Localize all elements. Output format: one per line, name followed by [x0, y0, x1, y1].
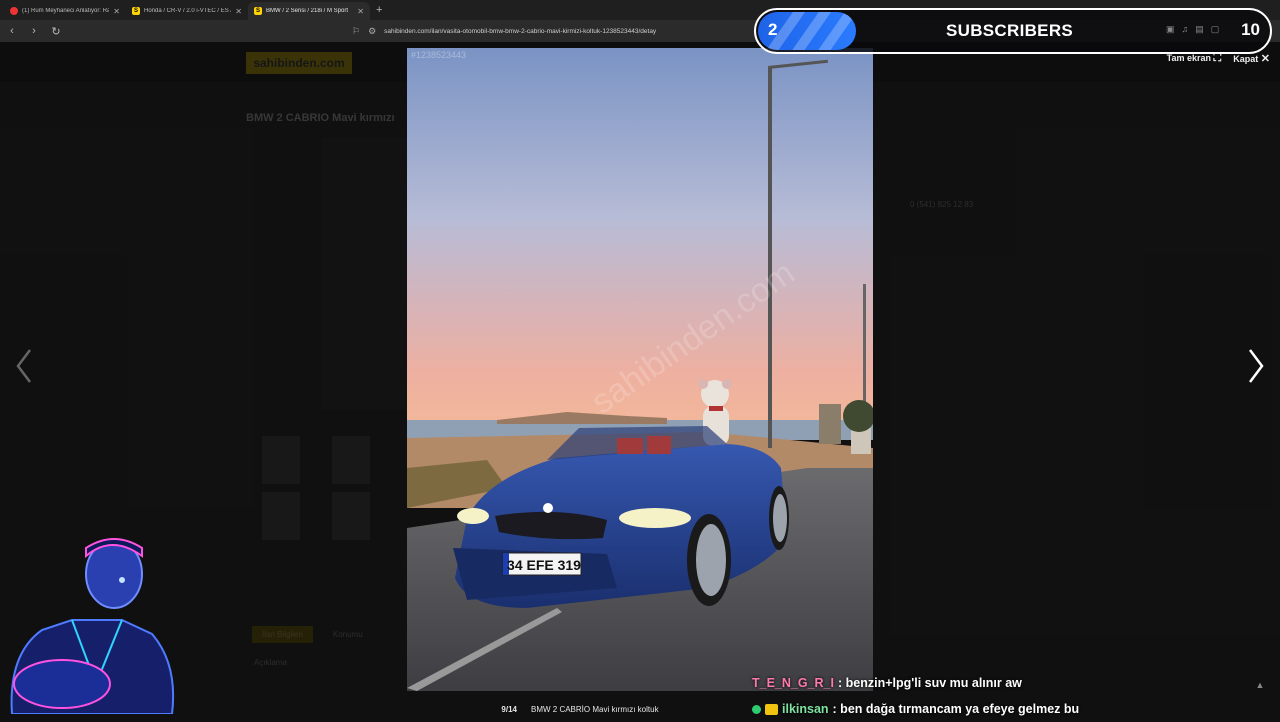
- chat-message: T_E_N_G_R_I : benzin+lpg'li suv mu alını…: [752, 670, 1079, 696]
- close-label: Kapat: [1233, 54, 1259, 64]
- previous-photo-button[interactable]: [12, 346, 36, 386]
- chevron-right-icon: [1249, 349, 1264, 383]
- chat-username: T_E_N_G_R_I: [752, 676, 834, 690]
- streamer-avatar: [2, 534, 178, 715]
- fullscreen-label: Tam ekran: [1166, 53, 1212, 63]
- forward-icon[interactable]: ›: [28, 25, 40, 37]
- verified-icon: [752, 704, 761, 714]
- close-tab-icon[interactable]: ✕: [113, 7, 120, 16]
- chat-overlay: T_E_N_G_R_I : benzin+lpg'li suv mu alını…: [752, 670, 1079, 722]
- ad-id: #1238523443: [411, 50, 467, 60]
- sahibinden-icon: S: [254, 7, 262, 15]
- license-plate: 34 EFE 319: [507, 557, 581, 573]
- chat-text: : ben dağa tırmancam ya efeye gelmez bu: [832, 702, 1080, 716]
- extension-icons: ▣ ♫ ▤ ▢: [1166, 24, 1219, 35]
- photo-caption-bar: 9/14 BMW 2 CABRİO Mavi kırmızı koltuk: [0, 698, 1280, 720]
- close-icon: ✕: [1260, 53, 1270, 65]
- next-photo-button[interactable]: [1244, 346, 1268, 386]
- tab-youtube[interactable]: (1) Rum Meyhaneci Anlatıyor: Rakı R ✕: [4, 2, 126, 20]
- tab-bmw[interactable]: S BMW / 2 Serisi / 218i / M Sport ✕: [248, 2, 370, 20]
- subscriber-goal: 10: [1241, 20, 1260, 39]
- url-text[interactable]: sahibinden.com/ilan/vasita-otomobil-bmw-…: [384, 28, 656, 35]
- new-tab-button[interactable]: +: [370, 4, 388, 20]
- chevron-left-icon: [16, 349, 31, 383]
- crown-icon: [765, 703, 778, 715]
- reload-icon[interactable]: ↻: [50, 25, 62, 38]
- site-info-icon[interactable]: ⚙: [368, 26, 376, 37]
- close-tab-icon[interactable]: ✕: [357, 7, 364, 16]
- bookmark-icon[interactable]: ⚐: [352, 26, 360, 37]
- photo-caption: BMW 2 CABRİO Mavi kırmızı koltuk: [531, 704, 659, 714]
- tab-honda[interactable]: S Honda / CR-V / 2.0 i-VTEC / ES / Exe ✕: [126, 2, 248, 20]
- window-icon[interactable]: ▢: [1211, 24, 1220, 35]
- tab-title: BMW / 2 Serisi / 218i / M Sport: [266, 8, 349, 14]
- lightbox-photo: 34 EFE 319 sahibinden.com: [407, 48, 873, 691]
- tab-title: (1) Rum Meyhaneci Anlatıyor: Rakı R: [22, 8, 110, 14]
- extension-icon[interactable]: ▣: [1166, 24, 1175, 35]
- scroll-to-top-icon[interactable]: ▲: [1252, 680, 1268, 694]
- subscriber-count: 2: [768, 20, 778, 39]
- sidebar-icon[interactable]: ▤: [1195, 24, 1204, 35]
- subscriber-goal-widget: 2 SUBSCRIBERS ▣ ♫ ▤ ▢ 10: [754, 8, 1272, 54]
- photo-counter: 9/14: [501, 704, 517, 714]
- subscriber-label: SUBSCRIBERS: [946, 21, 1074, 40]
- chat-message: ilkinsan : ben dağa tırmancam ya efeye g…: [752, 696, 1079, 722]
- chat-text: : benzin+lpg'li suv mu alınır aw: [837, 676, 1022, 690]
- chat-username: ilkinsan: [782, 702, 829, 716]
- sahibinden-icon: S: [132, 7, 140, 15]
- tab-title: Honda / CR-V / 2.0 i-VTEC / ES / Exe: [144, 8, 231, 14]
- music-icon[interactable]: ♫: [1182, 24, 1189, 35]
- close-tab-icon[interactable]: ✕: [235, 7, 242, 16]
- youtube-icon: [10, 7, 18, 15]
- back-icon[interactable]: ‹: [6, 25, 18, 37]
